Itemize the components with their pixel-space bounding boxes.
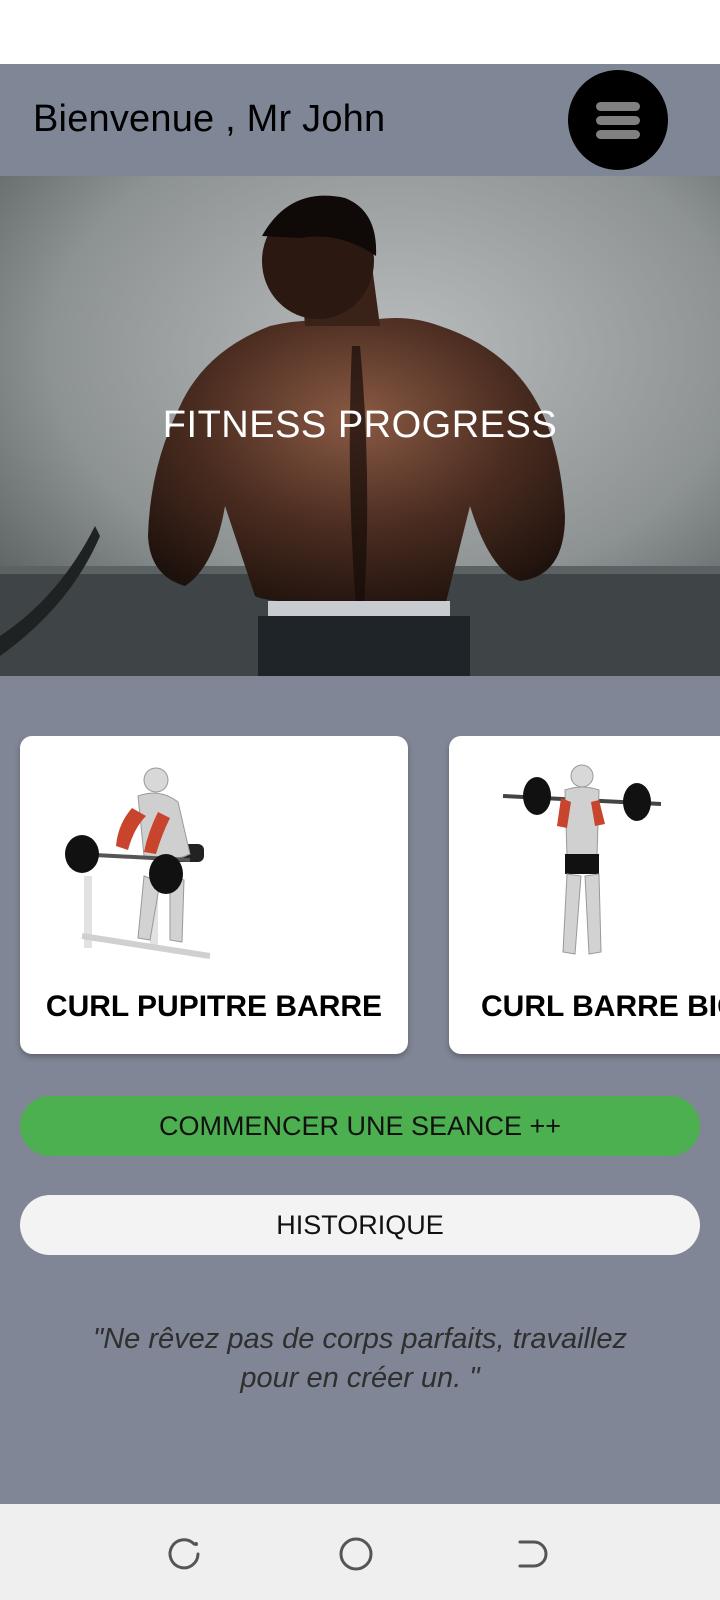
recents-icon[interactable] [164,1534,204,1574]
hero-title: FITNESS PROGRESS [162,404,558,446]
motivational-quote: "Ne rêvez pas de corps parfaits, travail… [92,1323,628,1394]
menu-button[interactable] [568,70,668,170]
exercise-card[interactable]: CURL PUPITRE BARRE [20,736,408,1054]
status-bar [0,0,720,64]
history-button[interactable]: HISTORIQUE [20,1195,700,1255]
barbell-curl-illustration [502,764,662,955]
exercise-carousel[interactable]: CURL PUPITRE BARRE CURL BARRE BIC [0,736,720,1066]
app-header: Bienvenue , Mr John [0,64,720,176]
app-screen: Bienvenue , Mr John FITNESS PROGRESS CUR… [0,64,720,1504]
back-icon[interactable] [512,1534,552,1574]
system-navigation-bar [0,1504,720,1600]
start-session-button[interactable]: COMMENCER UNE SEANCE ++ [20,1096,700,1156]
exercise-card[interactable]: CURL BARRE BIC [449,736,720,1054]
home-circle-icon[interactable] [336,1534,376,1574]
exercise-label: CURL BARRE BIC [481,990,720,1023]
welcome-title: Bienvenue , Mr John [33,98,386,140]
hero-banner: FITNESS PROGRESS [0,176,720,676]
hamburger-menu-icon [596,102,640,139]
preacher-curl-illustration [65,767,211,959]
exercise-label: CURL PUPITRE BARRE [45,990,383,1023]
